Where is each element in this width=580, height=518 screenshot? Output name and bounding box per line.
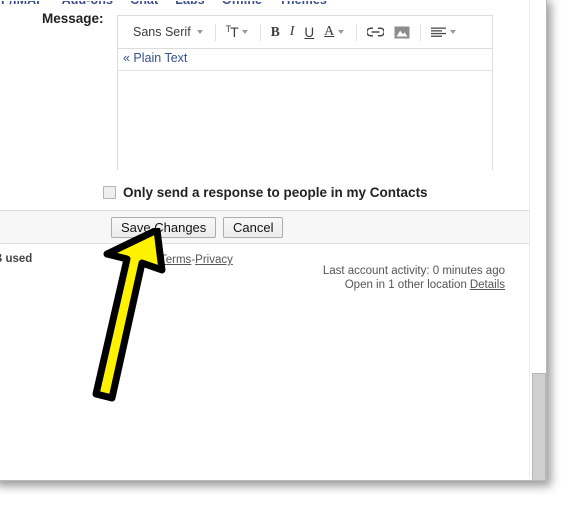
page-content: P/IMAP Add-ons Chat Labs Offline Themes Messa…	[0, 0, 546, 480]
contacts-only-row: Only send a response to people in my Con…	[103, 185, 428, 200]
link-icon	[367, 27, 385, 37]
chevron-down-icon	[196, 30, 203, 34]
terms-link[interactable]: Terms	[160, 254, 191, 266]
cancel-button[interactable]: Cancel	[223, 217, 284, 238]
scrollbar-thumb[interactable]	[532, 373, 546, 480]
text-color-dropdown[interactable]: A	[319, 20, 351, 44]
tab-add-ons[interactable]: Add-ons	[62, 1, 113, 7]
tab-labs[interactable]: Labs	[175, 1, 205, 7]
italic-button[interactable]: I	[285, 20, 300, 44]
message-editor: Sans Serif TT B I U A « Plain Text	[117, 15, 493, 170]
other-location-text: Open in 1 other location	[344, 279, 467, 291]
tab-forwarding-pop-imap[interactable]: P/IMAP	[1, 1, 45, 7]
insert-image-button[interactable]	[389, 20, 415, 44]
contacts-only-checkbox[interactable]	[103, 186, 116, 199]
storage-used-label: GB used	[0, 253, 33, 265]
page-footer: GB used Terms-Privacy Last account activ…	[0, 249, 538, 299]
vertical-scrollbar[interactable]	[529, 0, 546, 480]
toolbar-divider	[259, 23, 261, 41]
tab-chat[interactable]: Chat	[130, 1, 158, 7]
tab-themes[interactable]: Themes	[279, 1, 327, 7]
browser-window: P/IMAP Add-ons Chat Labs Offline Themes Messa…	[0, 0, 547, 481]
message-body-container: « Plain Text	[117, 48, 493, 170]
font-family-dropdown[interactable]: Sans Serif	[122, 20, 210, 44]
last-activity-text: Last account activity: 0 minutes ago	[322, 265, 505, 277]
image-icon	[394, 26, 410, 38]
chevron-down-icon	[450, 30, 457, 34]
form-action-bar: Save Changes Cancel	[0, 210, 538, 244]
insert-link-button[interactable]	[362, 20, 389, 44]
chevron-down-icon	[338, 30, 345, 34]
save-changes-button[interactable]: Save Changes	[111, 217, 217, 238]
message-form-row: Message: Sans Serif TT B I U A « Plain T…	[1, 11, 528, 197]
toolbar-divider	[420, 23, 422, 41]
activity-details-link[interactable]: Details	[470, 279, 505, 291]
text-color-icon: A	[324, 24, 335, 39]
font-size-icon: TT	[225, 24, 239, 40]
account-activity-block: Last account activity: 0 minutes ago Ope…	[323, 264, 505, 292]
font-family-label: Sans Serif	[133, 25, 191, 39]
privacy-link[interactable]: Privacy	[195, 254, 233, 266]
toolbar-divider	[214, 23, 216, 41]
chevron-down-icon	[241, 30, 248, 34]
other-location-row: Open in 1 other location Details	[323, 278, 505, 292]
message-body-input[interactable]	[118, 70, 492, 170]
bold-button[interactable]: B	[266, 20, 285, 44]
font-size-dropdown[interactable]: TT	[221, 20, 255, 44]
align-dropdown[interactable]	[426, 20, 463, 44]
underline-button[interactable]: U	[299, 20, 319, 44]
tab-offline[interactable]: Offline	[222, 1, 262, 7]
plain-text-link[interactable]: « Plain Text	[123, 51, 187, 65]
toolbar-divider	[356, 23, 358, 41]
legal-links: Terms-Privacy	[160, 254, 233, 266]
message-field-label: Message:	[42, 11, 104, 26]
align-icon	[431, 27, 447, 37]
contacts-only-label: Only send a response to people in my Con…	[123, 185, 428, 200]
format-toolbar: Sans Serif TT B I U A	[117, 15, 493, 48]
